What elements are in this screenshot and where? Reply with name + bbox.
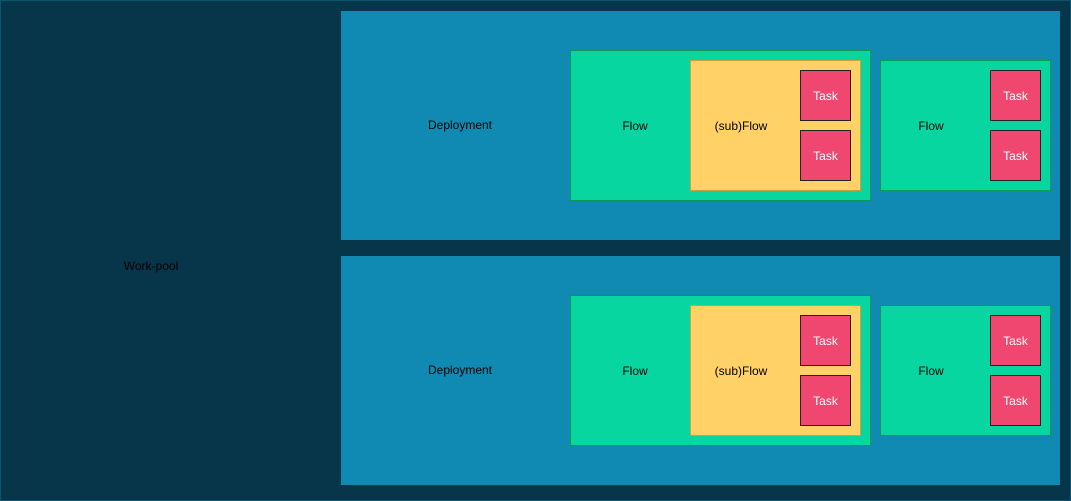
task-label: Task xyxy=(1003,393,1028,408)
task-box: Task xyxy=(800,315,851,366)
task-box: Task xyxy=(990,130,1041,181)
task-box: Task xyxy=(800,70,851,121)
subflow-label-2: (sub)Flow xyxy=(714,364,768,378)
deployment-label-2: Deployment xyxy=(427,363,493,377)
deployment-label-1: Deployment xyxy=(427,118,493,132)
task-label: Task xyxy=(1003,148,1028,163)
flow-label-2-2: Flow xyxy=(918,364,944,378)
task-box: Task xyxy=(990,375,1041,426)
task-label: Task xyxy=(813,148,838,163)
subflow-label-1: (sub)Flow xyxy=(714,119,768,133)
task-label: Task xyxy=(813,393,838,408)
task-box: Task xyxy=(800,375,851,426)
flow-label-2-1: Flow xyxy=(622,364,648,378)
task-label: Task xyxy=(1003,88,1028,103)
flow-label-1-2: Flow xyxy=(918,119,944,133)
task-label: Task xyxy=(813,333,838,348)
work-pool-label: Work-pool xyxy=(123,259,179,273)
task-box: Task xyxy=(800,130,851,181)
flow-label-1-1: Flow xyxy=(622,119,648,133)
diagram-canvas: Work-pool Deployment Flow (sub)Flow Task… xyxy=(0,0,1071,501)
task-label: Task xyxy=(813,88,838,103)
task-box: Task xyxy=(990,315,1041,366)
task-label: Task xyxy=(1003,333,1028,348)
task-box: Task xyxy=(990,70,1041,121)
